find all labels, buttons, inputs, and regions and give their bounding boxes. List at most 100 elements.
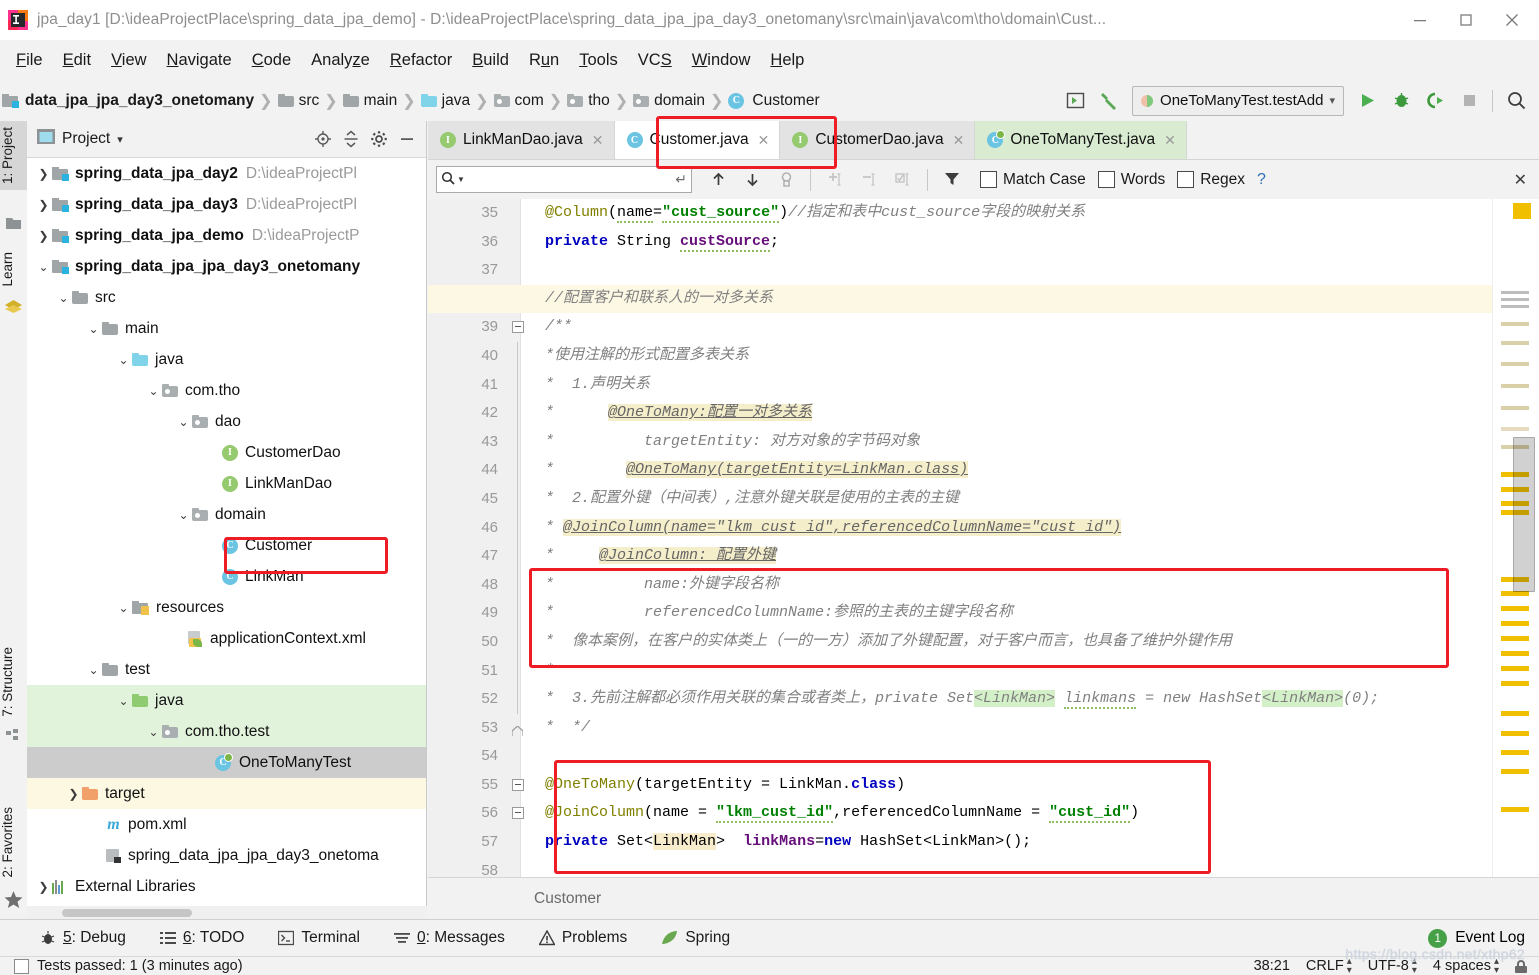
find-previous-button[interactable] [702, 165, 734, 195]
project-tree[interactable]: ❯ spring_data_jpa_day2 D:\ideaProjectPl … [27, 158, 426, 905]
event-log-button[interactable]: 1 Event Log [1428, 928, 1539, 948]
expand-arrow-icon[interactable]: ❯ [35, 198, 52, 212]
code-line[interactable]: 50 * 像本案例，在客户的实体类上（一的一方）添加了外键配置，对于客户而言，也具… [428, 627, 1493, 657]
tree-row-iml[interactable]: spring_data_jpa_jpa_day3_onetoma [27, 840, 426, 871]
collapse-all-icon[interactable] [338, 126, 364, 152]
build-hammer-icon[interactable] [1092, 86, 1126, 116]
tree-row-applicationcontext[interactable]: applicationContext.xml [27, 623, 426, 654]
close-icon[interactable]: ✕ [1164, 132, 1176, 149]
tree-row-onetomanytest[interactable]: C OneToManyTest [27, 747, 426, 778]
editor-tab-linkmandao[interactable]: I LinkManDao.java ✕ [428, 121, 615, 159]
code-line[interactable]: 53 * */ [428, 714, 1493, 743]
tree-row-module-onetomany[interactable]: ⌄ spring_data_jpa_jpa_day3_onetomany [27, 251, 426, 282]
menu-run[interactable]: Run [519, 48, 569, 73]
menu-code[interactable]: Code [242, 48, 301, 73]
menu-help[interactable]: Help [760, 48, 814, 73]
tree-row-src[interactable]: ⌄ src [27, 282, 426, 313]
tree-row-domain[interactable]: ⌄ domain [27, 499, 426, 530]
tree-row-module-day3[interactable]: ❯ spring_data_jpa_day3 D:\ideaProjectPl [27, 189, 426, 220]
tool-button-messages[interactable]: 0: Messages [393, 929, 505, 947]
words-checkbox[interactable]: Words [1097, 171, 1165, 189]
menu-view[interactable]: View [101, 48, 156, 73]
tree-row-com-tho[interactable]: ⌄ com.tho [27, 375, 426, 406]
tree-row-pom[interactable]: m pom.xml [27, 809, 426, 840]
expand-arrow-icon[interactable]: ❯ [35, 880, 52, 894]
select-in-icon[interactable] [1058, 86, 1092, 116]
tool-button-spring[interactable]: Spring [661, 929, 730, 947]
project-tree-horizontal-scrollbar[interactable] [27, 906, 427, 919]
debug-icon[interactable] [1384, 86, 1418, 116]
settings-gear-icon[interactable] [366, 126, 392, 152]
regex-help-link[interactable]: ? [1257, 171, 1266, 189]
collapse-arrow-icon[interactable]: ⌄ [55, 291, 72, 305]
fold-collapse-icon[interactable] [512, 778, 524, 791]
collapse-arrow-icon[interactable]: ⌄ [145, 384, 162, 398]
code-line[interactable]: 40 *使用注解的形式配置多表关系 [428, 341, 1493, 371]
match-case-checkbox[interactable]: Match Case [980, 171, 1086, 189]
checkbox-box[interactable] [1177, 171, 1195, 188]
fold-collapse-icon[interactable] [512, 321, 524, 334]
fold-end-icon[interactable] [511, 720, 524, 736]
code-line[interactable]: 43 * targetEntity: 对方对象的字节码对象 [428, 427, 1493, 457]
menu-build[interactable]: Build [462, 48, 519, 73]
expand-arrow-icon[interactable]: ❯ [65, 787, 82, 801]
tree-row-linkmandao[interactable]: I LinkManDao [27, 468, 426, 499]
code-line[interactable]: 49 * referencedColumnName:参照的主表的主键字段名称 [428, 599, 1493, 628]
maximize-button[interactable] [1443, 0, 1489, 40]
tree-row-external-libraries[interactable]: ❯ External Libraries [27, 871, 426, 902]
menu-file[interactable]: File [6, 48, 53, 73]
breadcrumb-item-com[interactable]: com [515, 92, 544, 110]
minimize-button[interactable] [1397, 0, 1443, 40]
tool-button-problems[interactable]: Problems [538, 929, 627, 947]
collapse-arrow-icon[interactable]: ⌄ [145, 725, 162, 739]
search-input[interactable]: ▼ ↵ [436, 166, 692, 193]
collapse-arrow-icon[interactable]: ⌄ [175, 415, 192, 429]
code-line[interactable]: 58 [428, 857, 1493, 877]
tree-row-module-day2[interactable]: ❯ spring_data_jpa_day2 D:\ideaProjectPl [27, 158, 426, 189]
collapse-arrow-icon[interactable]: ⌄ [35, 260, 52, 274]
code-line[interactable]: 42 * @OneToMany:配置一对多关系 [428, 399, 1493, 428]
collapse-arrow-icon[interactable]: ⌄ [85, 322, 102, 336]
fold-collapse-icon[interactable] [512, 807, 524, 820]
code-line[interactable]: 52 * 3.先前注解都必须作用关联的集合或者类上，private Set<Lin… [428, 685, 1493, 714]
editor-tab-onetomanytest[interactable]: C OneToManyTest.java ✕ [975, 121, 1187, 159]
breadcrumb-item-tho[interactable]: tho [588, 92, 610, 110]
collapse-arrow-icon[interactable]: ⌄ [115, 353, 132, 367]
breadcrumb-item-main[interactable]: main [364, 92, 398, 110]
project-scope-caret-icon[interactable]: ▾ [117, 133, 123, 146]
code-line-current[interactable]: 38 //配置客户和联系人的一对多关系 [428, 284, 1493, 314]
editor-tab-customerdao[interactable]: I CustomerDao.java ✕ [780, 121, 976, 159]
tree-row-customerdao[interactable]: I CustomerDao [27, 437, 426, 468]
collapse-arrow-icon[interactable]: ⌄ [175, 508, 192, 522]
code-line[interactable]: 55 @OneToMany(targetEntity = LinkMan.clas… [428, 771, 1493, 800]
stop-icon[interactable] [1452, 86, 1486, 116]
menu-edit[interactable]: Edit [53, 48, 101, 73]
close-button[interactable] [1489, 0, 1535, 40]
caret-position[interactable]: 38:21 [1254, 958, 1290, 974]
code-line[interactable]: 54 [428, 742, 1493, 771]
close-icon[interactable]: ✕ [758, 132, 770, 149]
select-all-occurrences-icon[interactable] [770, 165, 802, 195]
collapse-arrow-icon[interactable]: ⌄ [115, 694, 132, 708]
checkbox-box[interactable] [980, 171, 997, 188]
breadcrumb-item-module[interactable]: data_jpa_jpa_day3_onetomany [25, 92, 254, 110]
status-checkbox-icon[interactable] [14, 958, 29, 974]
tool-button-todo[interactable]: 6: TODO [159, 929, 244, 947]
tree-row-customer[interactable]: C Customer [27, 530, 426, 561]
search-text-field[interactable] [464, 170, 676, 189]
tool-window-learn[interactable]: Learn [0, 246, 27, 293]
code-editor[interactable]: 35 @Column(name="cust_source")//指定和表中cust… [428, 199, 1539, 877]
tree-row-dao[interactable]: ⌄ dao [27, 406, 426, 437]
run-with-coverage-icon[interactable] [1418, 86, 1452, 116]
code-line[interactable]: 48 * name:外键字段名称 [428, 570, 1493, 600]
code-line[interactable]: 35 @Column(name="cust_source")//指定和表中cust… [428, 199, 1493, 228]
code-line[interactable]: 36 private String custSource; [428, 228, 1493, 257]
menu-analyze[interactable]: Analyze [301, 48, 380, 73]
close-icon[interactable]: ✕ [953, 132, 965, 149]
menu-navigate[interactable]: Navigate [157, 48, 242, 73]
code-line[interactable]: 46 * @JoinColumn(name="lkm_cust_id",refer… [428, 513, 1493, 543]
code-line[interactable]: 39 /** [428, 313, 1493, 342]
tree-row-main[interactable]: ⌄ main [27, 313, 426, 344]
search-history-caret-icon[interactable]: ▼ [457, 175, 465, 184]
locate-icon[interactable] [310, 126, 336, 152]
